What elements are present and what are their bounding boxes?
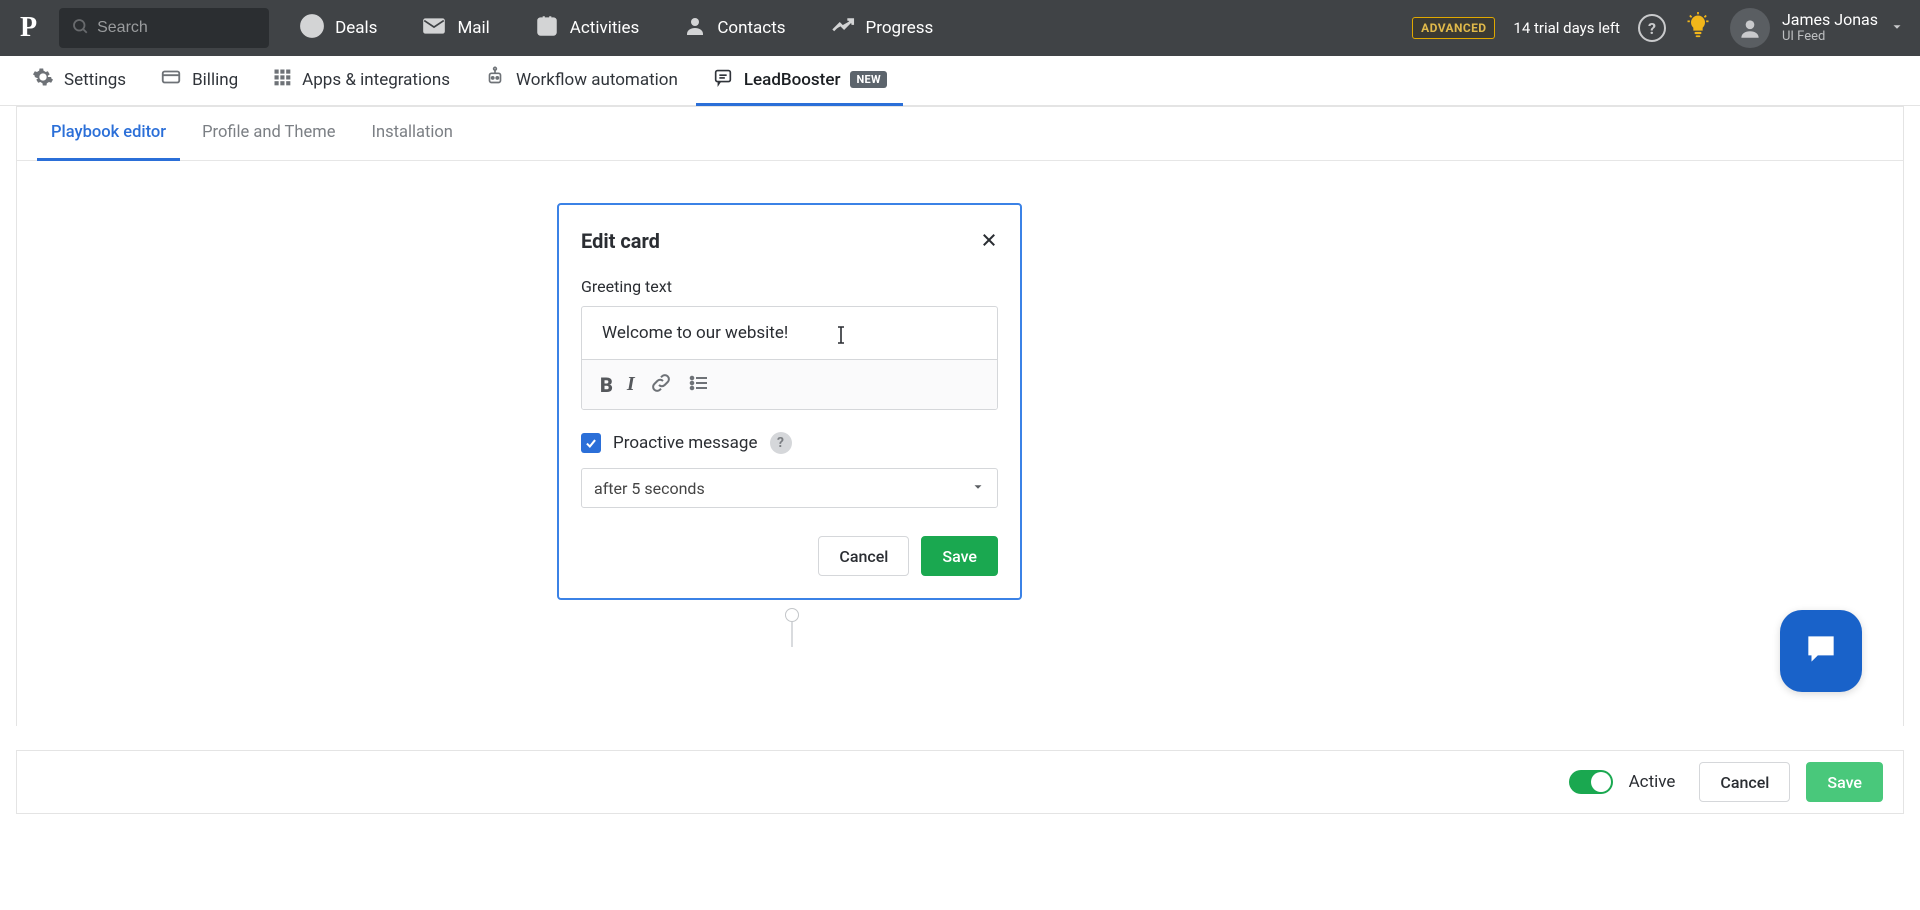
tab-label: Billing (192, 70, 238, 90)
user-menu[interactable]: James Jonas UI Feed (1730, 8, 1904, 48)
delay-value: after 5 seconds (594, 479, 705, 498)
rte-toolbar: B I (582, 359, 997, 409)
tab-label: Settings (64, 70, 126, 90)
greeting-input[interactable]: Welcome to our website! (582, 307, 997, 359)
connector-line (791, 622, 793, 647)
tab-leadbooster[interactable]: LeadBooster NEW (696, 56, 903, 106)
edit-card: Edit card Greeting text Welcome to our w… (557, 203, 1022, 600)
greeting-label: Greeting text (581, 277, 998, 296)
help-tooltip-icon[interactable]: ? (770, 432, 792, 454)
nav-label: Deals (335, 18, 377, 38)
bulb-icon[interactable] (1684, 12, 1712, 44)
nav-contacts[interactable]: Contacts (669, 0, 799, 56)
subtab-label: Installation (371, 123, 452, 142)
nav-deals[interactable]: Deals (285, 0, 391, 56)
search-icon (71, 17, 89, 39)
nav-label: Activities (570, 18, 640, 38)
logo: P (20, 12, 43, 44)
subtab-profile[interactable]: Profile and Theme (188, 107, 349, 161)
tab-settings[interactable]: Settings (16, 56, 142, 106)
avatar (1730, 8, 1770, 48)
card-title: Edit card (581, 229, 660, 253)
nav-label: Mail (457, 18, 489, 38)
text-cursor-icon (836, 323, 846, 352)
proactive-label: Proactive message (613, 433, 758, 453)
bold-button[interactable]: B (600, 373, 613, 397)
sub-tabs: Playbook editor Profile and Theme Instal… (17, 107, 1903, 161)
chat-box-icon (712, 66, 734, 93)
nav-label: Contacts (717, 18, 785, 38)
plan-badge: ADVANCED (1412, 17, 1495, 39)
chevron-down-icon (1890, 19, 1904, 38)
user-role: UI Feed (1782, 30, 1878, 45)
dollar-icon (299, 13, 325, 44)
chat-fab[interactable] (1780, 610, 1862, 692)
chevron-down-icon (971, 479, 985, 498)
nav-progress[interactable]: Progress (816, 0, 948, 56)
tab-label: Workflow automation (516, 70, 678, 90)
nav-label: Progress (866, 18, 934, 38)
person-icon (683, 14, 707, 43)
list-button[interactable] (687, 371, 711, 399)
search-input[interactable] (97, 19, 257, 37)
card-save-button[interactable]: Save (921, 536, 998, 576)
link-button[interactable] (649, 371, 673, 399)
top-header: P Deals Mail Activities Contacts Progre (0, 0, 1920, 56)
tab-apps[interactable]: Apps & integrations (256, 56, 466, 106)
main-area: Playbook editor Profile and Theme Instal… (0, 106, 1920, 742)
italic-button[interactable]: I (627, 373, 635, 396)
nav-activities[interactable]: Activities (520, 0, 654, 56)
card-icon (160, 66, 182, 93)
robot-icon (484, 66, 506, 93)
chat-icon (1802, 630, 1840, 672)
trial-text: 14 trial days left (1513, 19, 1620, 37)
mail-icon (421, 15, 447, 42)
close-button[interactable] (980, 227, 998, 255)
delay-select[interactable]: after 5 seconds (581, 468, 998, 508)
header-right: ADVANCED 14 trial days left ? James Jona… (1412, 8, 1904, 48)
tab-label: LeadBooster (744, 70, 841, 90)
subtab-playbook[interactable]: Playbook editor (37, 107, 180, 161)
proactive-checkbox[interactable] (581, 433, 601, 453)
gear-icon (32, 66, 54, 93)
help-icon[interactable]: ? (1638, 14, 1666, 42)
user-name: James Jonas (1782, 11, 1878, 29)
nav-mail[interactable]: Mail (407, 0, 503, 56)
connector-dot (785, 608, 799, 622)
tab-workflow[interactable]: Workflow automation (468, 56, 694, 106)
bottom-cancel-button[interactable]: Cancel (1699, 762, 1790, 802)
active-label: Active (1629, 772, 1676, 792)
apps-icon (272, 67, 292, 92)
subtab-label: Playbook editor (51, 123, 166, 142)
proactive-row: Proactive message ? (581, 432, 998, 454)
active-toggle[interactable] (1569, 770, 1613, 794)
bottom-bar: Active Cancel Save (16, 750, 1904, 814)
greeting-editor: Welcome to our website! B I (581, 306, 998, 410)
new-badge: NEW (850, 71, 886, 88)
settings-bar: Settings Billing Apps & integrations Wor… (0, 56, 1920, 106)
tab-billing[interactable]: Billing (144, 56, 254, 106)
bottom-save-button[interactable]: Save (1806, 762, 1883, 802)
subtab-label: Profile and Theme (202, 123, 335, 142)
progress-icon (830, 15, 856, 42)
calendar-icon (534, 13, 560, 44)
tab-label: Apps & integrations (302, 70, 450, 90)
panel: Playbook editor Profile and Theme Instal… (16, 106, 1904, 726)
card-cancel-button[interactable]: Cancel (818, 536, 909, 576)
search-box[interactable] (59, 8, 269, 48)
subtab-installation[interactable]: Installation (357, 107, 466, 161)
